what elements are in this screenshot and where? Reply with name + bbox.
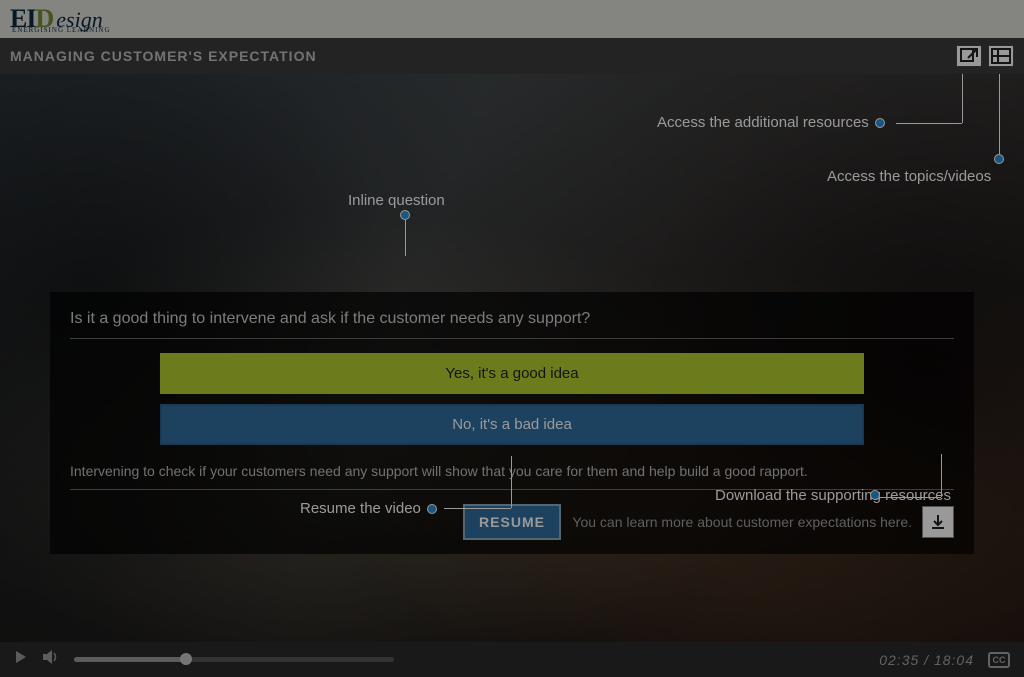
callout-download: Download the supporting resources xyxy=(715,487,951,504)
callout-resume-label: Resume the video xyxy=(300,500,421,517)
resume-button[interactable]: RESUME xyxy=(463,504,561,540)
volume-button[interactable] xyxy=(42,650,60,669)
player-controls: 02:35 / 18:04 CC xyxy=(0,642,1024,677)
panel-bottom-row: RESUME You can learn more about customer… xyxy=(70,504,954,540)
learn-more-text: You can learn more about customer expect… xyxy=(572,514,912,530)
callout-dot xyxy=(994,154,1004,164)
callout-dot xyxy=(400,210,410,220)
closed-captions-button[interactable]: CC xyxy=(988,652,1010,668)
brand-header: EI D esign ENERGISING LEARNING xyxy=(0,0,1024,38)
callout-inline-question-label: Inline question xyxy=(348,192,445,209)
app-root: EI D esign ENERGISING LEARNING MANAGING … xyxy=(0,0,1024,677)
video-area: Access the additional resources Access t… xyxy=(0,74,1024,642)
answer-option-yes[interactable]: Yes, it's a good idea xyxy=(160,353,864,394)
external-resources-icon xyxy=(960,48,978,64)
menu-grid-icon xyxy=(991,48,1011,64)
callout-download-label: Download the supporting resources xyxy=(715,487,951,504)
callout-inline-question: Inline question xyxy=(348,192,445,209)
time-separator: / xyxy=(924,652,934,668)
callout-resources: Access the additional resources xyxy=(657,114,885,131)
callout-topics-dot-wrap xyxy=(994,154,1004,164)
cc-icon: CC xyxy=(993,655,1006,665)
callout-resume: Resume the video xyxy=(300,500,437,517)
answer-option-no[interactable]: No, it's a bad idea xyxy=(160,404,864,445)
answer-options: Yes, it's a good idea No, it's a bad ide… xyxy=(70,353,954,445)
play-icon xyxy=(14,650,28,664)
time-display: 02:35 / 18:04 xyxy=(879,652,974,668)
duration: 18:04 xyxy=(934,652,974,668)
download-button[interactable] xyxy=(922,506,954,538)
callout-dot xyxy=(875,118,885,128)
current-time: 02:35 xyxy=(879,652,919,668)
title-bar: MANAGING CUSTOMER'S EXPECTATION xyxy=(0,38,1024,74)
feedback-text: Intervening to check if your customers n… xyxy=(70,455,954,490)
callout-topics-label: Access the topics/videos xyxy=(827,168,991,185)
callout-dot xyxy=(870,490,880,500)
inline-question-panel: Is it a good thing to intervene and ask … xyxy=(50,292,974,554)
course-title: MANAGING CUSTOMER'S EXPECTATION xyxy=(10,48,317,64)
progress-bar[interactable] xyxy=(74,657,394,662)
callout-inline-dot-wrap xyxy=(400,210,410,220)
callout-download-dot-wrap xyxy=(870,490,880,500)
play-button[interactable] xyxy=(14,650,28,669)
titlebar-icons xyxy=(956,45,1014,67)
volume-icon xyxy=(42,650,60,664)
progress-fill xyxy=(74,657,186,662)
download-icon xyxy=(930,514,946,530)
callout-resources-label: Access the additional resources xyxy=(657,114,869,131)
callout-topics: Access the topics/videos xyxy=(827,168,991,185)
progress-thumb[interactable] xyxy=(180,653,192,665)
topics-button[interactable] xyxy=(988,45,1014,67)
logo-tagline: ENERGISING LEARNING xyxy=(12,26,111,34)
brand-logo: EI D esign ENERGISING LEARNING xyxy=(10,4,103,34)
callout-dot xyxy=(427,504,437,514)
question-text: Is it a good thing to intervene and ask … xyxy=(70,310,954,339)
resources-button[interactable] xyxy=(956,45,982,67)
